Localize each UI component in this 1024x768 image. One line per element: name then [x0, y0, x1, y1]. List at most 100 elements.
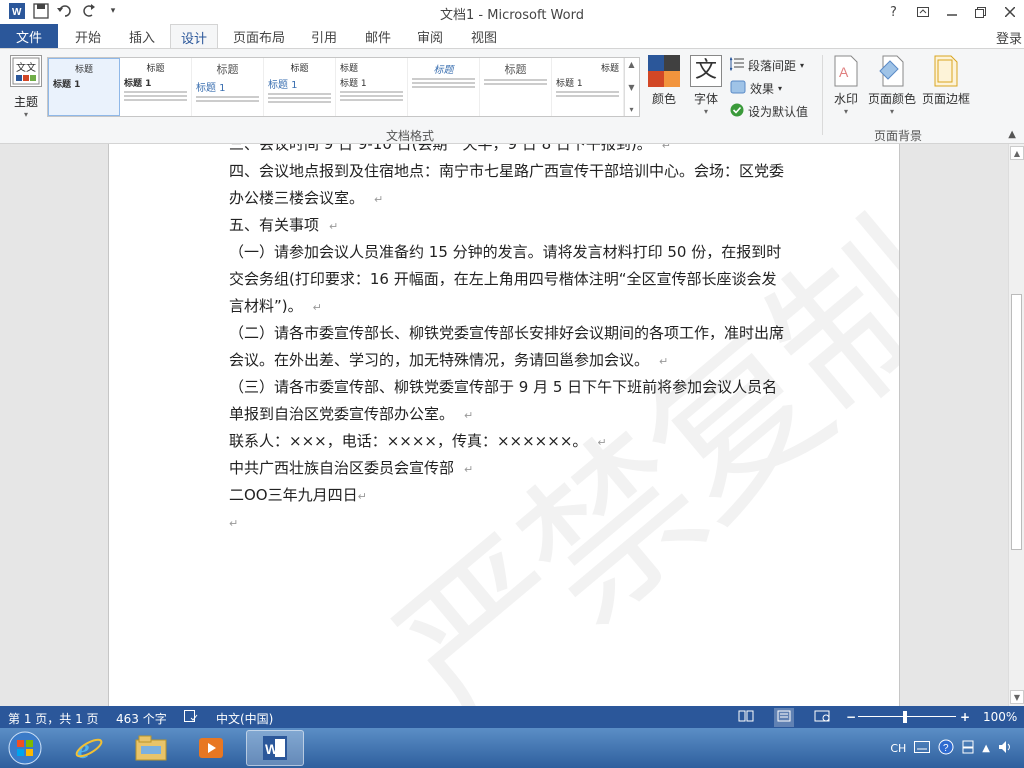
style-set-subtitle: 标题 1 — [196, 83, 226, 94]
start-button[interactable] — [0, 730, 50, 766]
gallery-more-icon[interactable]: ▾ — [629, 105, 633, 114]
style-set-item[interactable]: 标题 标题 1 — [552, 58, 624, 116]
set-as-default-button[interactable]: 设为默认值 — [730, 103, 808, 120]
page-borders-icon — [934, 55, 958, 87]
paragraph[interactable]: 联系人：×××，电话：××××，传真：××××××。 ↵ — [229, 428, 789, 456]
file-explorer-icon[interactable] — [122, 730, 180, 766]
svg-text:W: W — [265, 741, 279, 757]
tab-file[interactable]: 文件 — [0, 24, 58, 48]
paragraph[interactable]: 五、有关事项 ↵ — [229, 212, 789, 240]
gallery-down-icon[interactable]: ▼ — [628, 83, 634, 92]
document-page[interactable]: 严禁复制 三、会议时间 9 日 9-10 日(会期一天半，9 日 8 日下午报到… — [108, 144, 900, 706]
proofing-icon[interactable] — [184, 710, 198, 725]
paragraph-text: （三）请各市委宣传部、柳铁党委宣传部于 9 月 5 日下午下班前将参加会议人员名… — [229, 378, 778, 423]
internet-explorer-icon[interactable]: e — [60, 730, 118, 766]
scroll-up-icon[interactable]: ▲ — [1010, 146, 1024, 160]
tab-references[interactable]: 引用 — [300, 24, 348, 48]
tab-home[interactable]: 开始 — [64, 24, 112, 48]
style-set-title: 标题 — [74, 65, 93, 75]
zoom-level[interactable]: 100% — [983, 710, 1017, 724]
svg-text:?: ? — [943, 743, 949, 754]
word-count[interactable]: 463 个字 — [116, 710, 167, 727]
collapse-ribbon-icon[interactable]: ▲ — [1008, 129, 1016, 140]
style-set-item[interactable]: 标题 标题 1 — [336, 58, 408, 116]
zoom-slider[interactable] — [858, 716, 956, 717]
input-language[interactable]: CH — [890, 742, 906, 755]
gallery-up-icon[interactable]: ▲ — [628, 60, 634, 69]
ime-settings-icon[interactable] — [962, 740, 974, 757]
colors-button[interactable]: 颜色 — [646, 55, 682, 107]
paragraph[interactable]: （一）请参加会议人员准备约 15 分钟的发言。请将发言材料打印 50 份，在报到… — [229, 239, 789, 321]
zoom-out-icon[interactable]: − — [846, 710, 856, 724]
page-borders-button[interactable]: 页面边框 — [920, 55, 972, 107]
tab-page-layout[interactable]: 页面布局 — [226, 24, 292, 48]
sign-in-link[interactable]: 登录 — [996, 28, 1022, 47]
minimize-icon[interactable] — [937, 0, 966, 24]
tab-mailings[interactable]: 邮件 — [354, 24, 402, 48]
paragraph[interactable]: 三、会议时间 9 日 9-10 日(会期一天半，9 日 8 日下午报到)。 ↵ — [229, 144, 789, 159]
close-icon[interactable] — [995, 0, 1024, 24]
style-set-item[interactable]: 标题 — [408, 58, 480, 116]
scroll-down-icon[interactable]: ▼ — [1010, 690, 1024, 704]
paragraph-mark-icon: ↵ — [464, 463, 474, 476]
paragraph-mark-icon: ↵ — [329, 220, 339, 233]
tab-insert[interactable]: 插入 — [118, 24, 166, 48]
paragraph-text: 五、有关事项 — [229, 216, 320, 234]
media-player-icon[interactable] — [182, 730, 240, 766]
zoom-in-icon[interactable]: + — [960, 710, 970, 724]
style-set-item[interactable]: 标题 标题 1 — [120, 58, 192, 116]
watermark-icon: A — [834, 55, 858, 87]
read-mode-icon[interactable] — [738, 710, 754, 725]
paragraph[interactable]: 四、会议地点报到及住宿地点：南宁市七星路广西宣传干部培训中心。会场：区党委办公楼… — [229, 158, 789, 213]
style-set-item[interactable]: 标题 标题 1 — [264, 58, 336, 116]
group-label-document-formatting: 文档格式 — [386, 129, 435, 143]
vertical-scrollbar[interactable]: ▲ ▼ — [1008, 144, 1024, 706]
tab-view[interactable]: 视图 — [460, 24, 508, 48]
paragraph[interactable]: （二）请各市委宣传部长、柳铁党委宣传部长安排好会议期间的各项工作，准时出席会议。… — [229, 320, 789, 375]
empty-paragraph[interactable]: ↵ — [229, 509, 789, 537]
watermark-button[interactable]: A 水印 ▾ — [830, 55, 862, 116]
style-set-item[interactable]: 标题 标题 1 — [192, 58, 264, 116]
style-set-subtitle: 标题 1 — [124, 79, 152, 89]
ribbon-display-options-icon[interactable] — [908, 0, 937, 24]
paragraph-text: 四、会议地点报到及住宿地点：南宁市七星路广西宣传干部培训中心。会场：区党委办公楼… — [229, 162, 785, 207]
restore-icon[interactable] — [966, 0, 995, 24]
tab-design[interactable]: 设计 — [170, 24, 218, 49]
page-count[interactable]: 第 1 页，共 1 页 — [8, 710, 99, 727]
style-set-item[interactable]: 标题 — [480, 58, 552, 116]
paragraph-mark-icon: ↵ — [229, 517, 239, 530]
paragraph[interactable]: 中共广西壮族自治区委员会宣传部 ↵ — [229, 455, 789, 483]
tab-review[interactable]: 审阅 — [406, 24, 454, 48]
paragraph[interactable]: 二OO三年九月四日↵ — [229, 482, 789, 510]
keyboard-icon[interactable] — [914, 740, 931, 756]
word-taskbar-icon[interactable]: W — [246, 730, 304, 766]
fonts-button[interactable]: 文 字体 ▾ — [688, 55, 724, 116]
style-set-item[interactable]: 标题 标题 1 — [48, 58, 120, 116]
page-color-icon — [878, 55, 906, 87]
help-button[interactable]: ? — [879, 0, 908, 24]
volume-icon[interactable] — [998, 740, 1014, 757]
style-set-title: 标题 — [504, 63, 527, 76]
show-hidden-icons-icon[interactable]: ▲ — [982, 743, 990, 754]
scroll-thumb[interactable] — [1011, 294, 1022, 550]
paragraph-spacing-button[interactable]: 段落间距 ▾ — [729, 56, 805, 74]
help-tray-icon[interactable]: ? — [938, 739, 954, 758]
system-tray: CH ? ▲ — [890, 728, 1024, 768]
ribbon-separator — [822, 55, 823, 135]
effects-button[interactable]: 效果 ▾ — [730, 80, 782, 97]
page-color-button[interactable]: 页面颜色 ▾ — [868, 55, 916, 116]
paragraph-mark-icon: ↵ — [312, 301, 322, 314]
ribbon-tabs: 文件 开始 插入 设计 页面布局 引用 邮件 审阅 视图 登录 — [0, 24, 1024, 49]
gallery-scroll[interactable]: ▲ ▼ ▾ — [624, 58, 638, 116]
themes-button[interactable]: 文文 主题 ▾ — [6, 53, 46, 121]
print-layout-icon[interactable] — [774, 708, 794, 727]
windows-start-icon — [8, 731, 42, 765]
paragraph[interactable]: （三）请各市委宣传部、柳铁党委宣传部于 9 月 5 日下午下班前将参加会议人员名… — [229, 374, 789, 429]
style-set-title: 标题 — [433, 65, 454, 76]
zoom-slider-thumb[interactable] — [903, 711, 907, 723]
web-layout-icon[interactable] — [814, 710, 830, 725]
paragraph-text: 二OO三年九月四日 — [229, 486, 358, 504]
style-set-gallery: 标题 标题 1 标题 标题 1 标题 标题 1 标题 标题 1 标题 标题 1 … — [47, 57, 640, 117]
paragraph-spacing-dropdown-icon: ▾ — [800, 61, 805, 70]
language-indicator[interactable]: 中文(中国) — [216, 710, 273, 727]
